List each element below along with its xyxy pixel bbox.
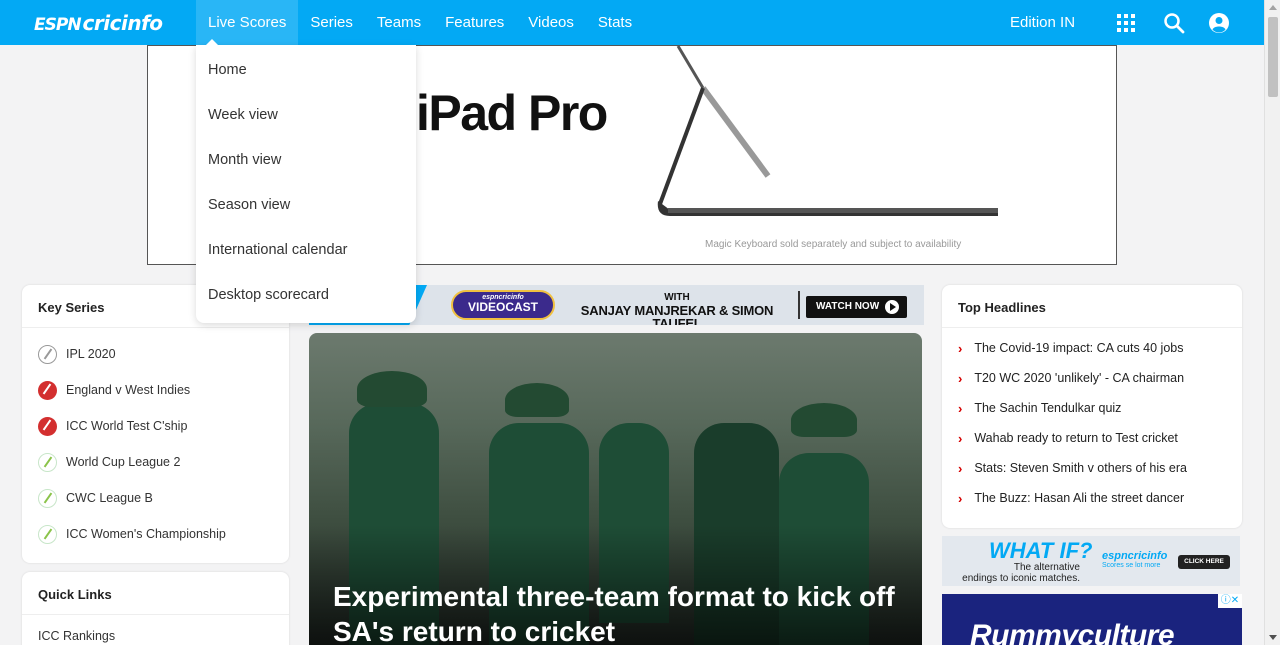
cricket-ball-icon — [38, 452, 57, 472]
dropdown-item-week-view[interactable]: Week view — [196, 93, 416, 138]
top-nav-bar: ESPN cricinfo Live Scores Series Teams Fe… — [0, 0, 1264, 45]
top-headlines-card: Top Headlines › The Covid-19 impact: CA c… — [942, 285, 1242, 528]
headline-item[interactable]: › The Covid-19 impact: CA cuts 40 jobs — [942, 333, 1242, 363]
chevron-right-icon: › — [958, 340, 963, 356]
nav-menu: Live Scores Series Teams Features Videos… — [196, 0, 644, 45]
edition-selector[interactable]: Edition IN — [1010, 0, 1075, 45]
ad-choices-icon[interactable]: ⓘ✕ — [1218, 594, 1242, 608]
ad-headline: iPad Pro — [416, 85, 608, 141]
quick-link-icc-rankings[interactable]: ICC Rankings — [22, 615, 289, 645]
what-if-title: WHAT IF? — [989, 538, 1093, 563]
search-icon[interactable] — [1163, 12, 1185, 34]
what-if-subtitle: The alternative endings to iconic matches… — [962, 562, 1080, 584]
what-if-ad[interactable]: WHAT IF? The alternative endings to iconi… — [942, 536, 1240, 586]
cricket-ball-icon — [38, 488, 57, 508]
chevron-right-icon: › — [958, 400, 963, 416]
videocast-hosts: WITH SANJAY MANJREKAR & SIMON TAUFEL — [580, 292, 774, 325]
player-hat — [357, 371, 427, 407]
top-headlines-title: Top Headlines — [942, 285, 1242, 328]
cricket-ball-icon — [38, 524, 57, 544]
scroll-down-arrow-icon[interactable] — [1269, 635, 1277, 640]
watch-now-button[interactable]: WATCH NOW — [806, 296, 907, 318]
play-icon — [885, 300, 899, 314]
series-item[interactable]: World Cup League 2 — [22, 444, 289, 480]
cricket-ball-icon — [38, 344, 57, 364]
ipad-keyboard-image — [657, 46, 998, 216]
series-label: IPL 2020 — [66, 347, 116, 361]
dropdown-item-month-view[interactable]: Month view — [196, 138, 416, 183]
nav-series[interactable]: Series — [298, 0, 365, 45]
rummyculture-ad[interactable]: Rummyculture ⓘ✕ — [942, 594, 1242, 645]
user-profile-icon[interactable] — [1208, 12, 1230, 34]
headline-item[interactable]: › The Sachin Tendulkar quiz — [942, 393, 1242, 423]
cricket-ball-icon — [38, 416, 57, 436]
series-item[interactable]: ICC Women's Championship — [22, 516, 289, 552]
rummyculture-logo: Rummyculture — [970, 619, 1175, 645]
nav-teams[interactable]: Teams — [365, 0, 433, 45]
live-scores-dropdown: Home Week view Month view Season view In… — [196, 39, 416, 323]
videocast-logo: espncricinfo VIDEOCAST — [451, 290, 555, 320]
dropdown-item-desktop-scorecard[interactable]: Desktop scorecard — [196, 273, 416, 318]
nav-stats[interactable]: Stats — [586, 0, 644, 45]
series-label: CWC League B — [66, 491, 153, 505]
nav-features[interactable]: Features — [433, 0, 516, 45]
scroll-thumb[interactable] — [1268, 17, 1278, 97]
hero-story[interactable]: Experimental three-team format to kick o… — [309, 333, 922, 645]
chevron-right-icon: › — [958, 430, 963, 446]
espncricinfo-small-logo: espncricinfo Scores se lot more — [1102, 550, 1168, 569]
click-here-button[interactable]: CLICK HERE — [1178, 555, 1230, 569]
series-label: World Cup League 2 — [66, 455, 181, 469]
player-hat — [505, 383, 569, 417]
cricket-ball-icon — [38, 380, 57, 400]
series-item[interactable]: CWC League B — [22, 480, 289, 516]
hero-headline[interactable]: Experimental three-team format to kick o… — [333, 579, 903, 645]
dropdown-item-season-view[interactable]: Season view — [196, 183, 416, 228]
headline-item[interactable]: › Wahab ready to return to Test cricket — [942, 423, 1242, 453]
series-label: ICC World Test C'ship — [66, 419, 188, 433]
quick-links-title: Quick Links — [22, 572, 289, 615]
series-label: ICC Women's Championship — [66, 527, 226, 541]
divider — [798, 291, 800, 319]
series-item[interactable]: IPL 2020 — [22, 336, 289, 372]
headline-item[interactable]: › T20 WC 2020 'unlikely' - CA chairman — [942, 363, 1242, 393]
chevron-right-icon: › — [958, 490, 963, 506]
scroll-up-arrow-icon[interactable] — [1269, 5, 1277, 10]
player-hat — [791, 403, 857, 437]
series-item[interactable]: England v West Indies — [22, 372, 289, 408]
dropdown-caret — [206, 39, 218, 45]
headline-item[interactable]: › The Buzz: Hasan Ali the street dancer — [942, 483, 1242, 513]
apps-grid-icon[interactable] — [1115, 12, 1137, 34]
chevron-right-icon: › — [958, 460, 963, 476]
chevron-right-icon: › — [958, 370, 963, 386]
quick-links-card: Quick Links ICC Rankings — [22, 572, 289, 645]
dropdown-item-international-calendar[interactable]: International calendar — [196, 228, 416, 273]
dropdown-item-home[interactable]: Home — [196, 48, 416, 93]
headline-item[interactable]: › Stats: Steven Smith v others of his era — [942, 453, 1242, 483]
ad-footnote: Magic Keyboard sold separately and subje… — [705, 239, 962, 250]
nav-videos[interactable]: Videos — [516, 0, 586, 45]
series-label: England v West Indies — [66, 383, 191, 397]
series-item[interactable]: ICC World Test C'ship — [22, 408, 289, 444]
page-scrollbar[interactable] — [1264, 0, 1280, 645]
espncricinfo-logo[interactable]: ESPN cricinfo — [34, 11, 163, 35]
key-series-card: Key Series IPL 2020 England v West Indie… — [22, 285, 289, 563]
